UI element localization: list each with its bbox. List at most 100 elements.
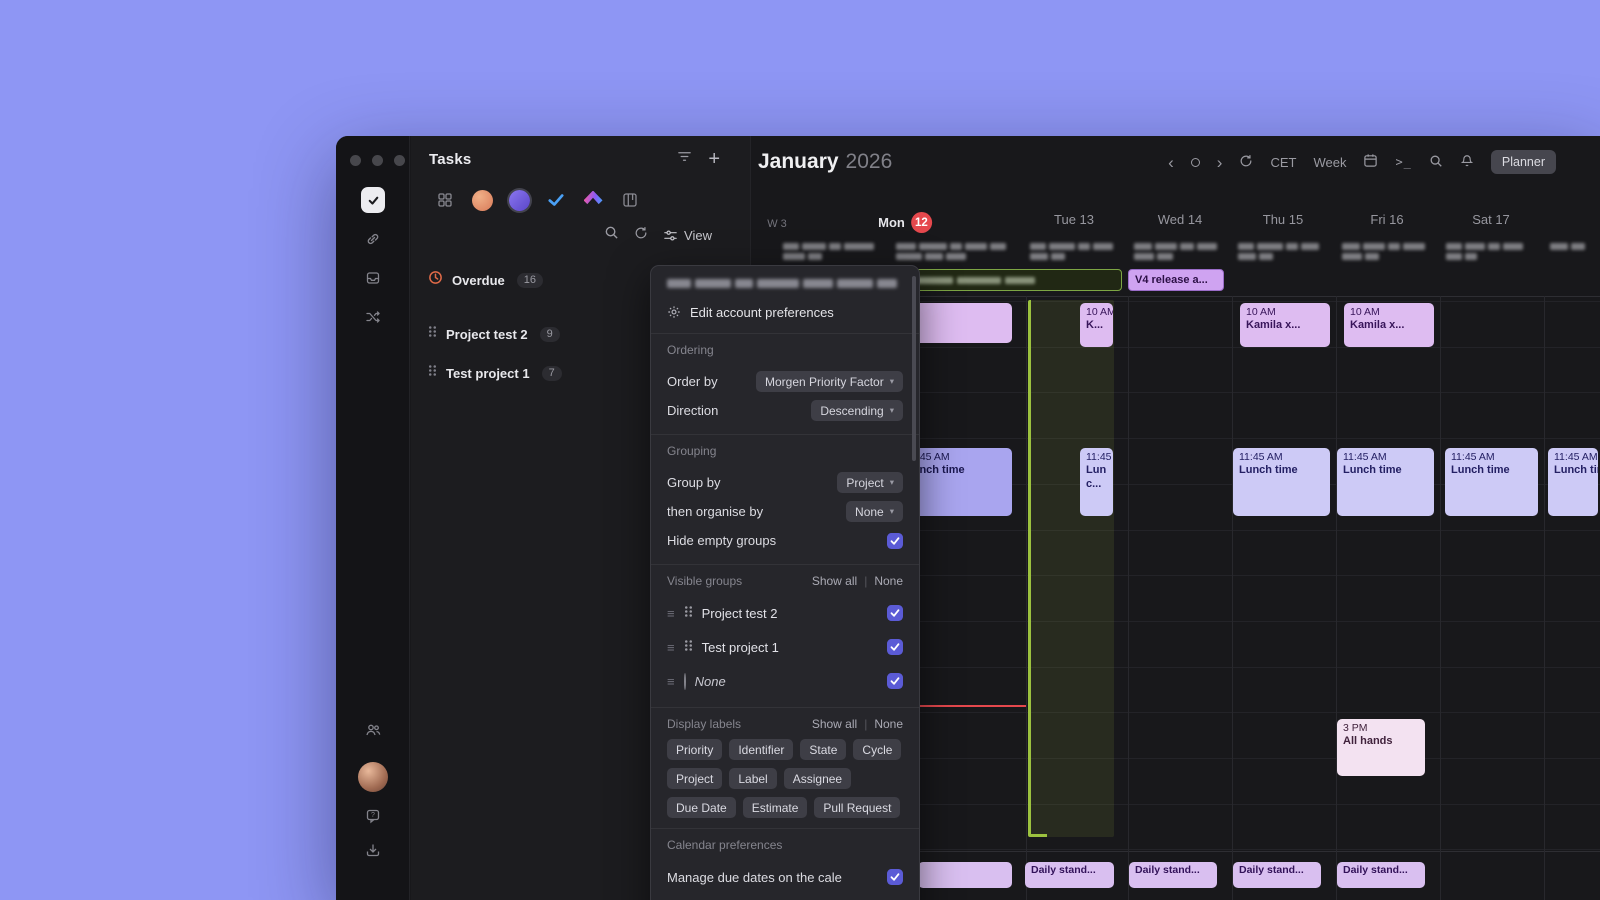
day-header-wed[interactable]: Wed 14 xyxy=(1158,212,1203,227)
direction-row: Direction Descending ▾ xyxy=(667,396,903,425)
display-label-chip[interactable]: Project xyxy=(667,768,723,789)
visible-group-label: Project test 2 xyxy=(701,605,778,621)
event-lunch-sun[interactable]: 11:45 AMLunch time xyxy=(1548,448,1598,516)
next-week-button[interactable]: › xyxy=(1217,154,1223,171)
redacted-text xyxy=(1446,243,1523,250)
event-standup-thu[interactable]: Daily stand... xyxy=(1233,862,1321,888)
order-by-select[interactable]: Morgen Priority Factor ▾ xyxy=(756,371,903,392)
event-title: Lunch time xyxy=(1451,464,1510,477)
show-all-link[interactable]: Show all xyxy=(812,574,857,588)
day-header-thu[interactable]: Thu 15 xyxy=(1263,212,1303,227)
view-mode-button[interactable]: Week xyxy=(1313,155,1346,170)
day-header-sat[interactable]: Sat 17 xyxy=(1472,212,1510,227)
divider xyxy=(651,333,919,334)
event-kamila-fri[interactable]: 10 AM Kamila x... xyxy=(1344,303,1434,347)
day-header-fri[interactable]: Fri 16 xyxy=(1370,212,1403,227)
order-by-label: Order by xyxy=(667,374,718,389)
event-kamila-tue[interactable]: 10 AM K... xyxy=(1080,303,1113,347)
order-by-row: Order by Morgen Priority Factor ▾ xyxy=(667,367,903,396)
event-standup-wed[interactable]: Daily stand... xyxy=(1129,862,1217,888)
event-title: Lunch time xyxy=(906,464,965,477)
event-standup-tue[interactable]: Daily stand... xyxy=(1025,862,1114,888)
event-standup-fri[interactable]: Daily stand... xyxy=(1337,862,1425,888)
grid-dots-icon xyxy=(684,605,693,621)
section-ordering: Ordering xyxy=(667,343,714,357)
event-lunch-thu[interactable]: 11:45 AM Lunch time xyxy=(1233,448,1330,516)
day-header-mon[interactable]: Mon 12 xyxy=(878,212,932,233)
visible-group-row[interactable]: ≡ Project test 2 xyxy=(667,596,903,630)
week-number-label: W 3 xyxy=(767,218,787,230)
redacted-text xyxy=(896,243,1006,250)
event-time: 11:45 xyxy=(1086,451,1112,463)
event-title: Daily stand... xyxy=(1135,864,1200,876)
prev-week-button[interactable]: ‹ xyxy=(1168,154,1174,171)
display-label-chip[interactable]: Label xyxy=(729,768,777,789)
section-grouping: Grouping xyxy=(667,444,717,458)
calendar-view-icon[interactable] xyxy=(1363,153,1378,171)
divider xyxy=(651,828,919,829)
event-kamila-thu[interactable]: 10 AM Kamila x... xyxy=(1240,303,1330,347)
release-event[interactable]: V4 release a... xyxy=(1128,269,1224,291)
timezone-button[interactable]: CET xyxy=(1270,155,1296,170)
refresh-icon[interactable] xyxy=(1239,154,1253,171)
event-title: Lun c... xyxy=(1086,464,1107,490)
display-label-chip[interactable]: Estimate xyxy=(742,797,808,818)
event-time: 11:45 AM xyxy=(1451,451,1495,463)
event-title: All hands xyxy=(1343,735,1393,748)
event-title: Daily stand... xyxy=(1239,864,1304,876)
redacted-text xyxy=(1238,243,1319,250)
organise-by-value: None xyxy=(855,504,884,519)
event-lunch-sat[interactable]: 11:45 AM Lunch time xyxy=(1445,448,1538,516)
display-label-chip[interactable]: Identifier xyxy=(729,739,794,760)
organise-by-select[interactable]: None ▾ xyxy=(846,501,903,522)
none-link[interactable]: None xyxy=(874,717,903,731)
redacted-text xyxy=(1446,253,1477,260)
grid-day-line xyxy=(1231,296,1233,900)
event-title: Kamila x... xyxy=(1246,319,1301,332)
drag-handle-icon[interactable]: ≡ xyxy=(667,674,675,689)
display-label-chip[interactable]: Pull Request xyxy=(814,797,901,818)
drag-handle-icon[interactable]: ≡ xyxy=(667,606,675,621)
event-lunch-tue[interactable]: 11:45 Lun c... xyxy=(1080,448,1113,516)
event-standup-mon[interactable] xyxy=(918,862,1012,888)
direction-value: Descending xyxy=(820,403,884,418)
redacted-text xyxy=(1030,243,1113,250)
display-label-chip[interactable]: State xyxy=(800,739,847,760)
day-header-tue[interactable]: Tue 13 xyxy=(1054,212,1094,227)
view-options-menu: Edit account preferences Ordering Order … xyxy=(650,265,920,900)
drag-handle-icon[interactable]: ≡ xyxy=(667,640,675,655)
event-time: 10 AM xyxy=(1086,306,1113,318)
search-icon[interactable] xyxy=(1429,154,1443,171)
display-label-chip[interactable]: Cycle xyxy=(853,739,902,760)
event-allhands-fri[interactable]: 3 PM All hands xyxy=(1337,719,1425,776)
display-label-chip[interactable]: Assignee xyxy=(783,768,852,789)
display-label-chip[interactable]: Due Date xyxy=(667,797,736,818)
event-title: K... xyxy=(1086,319,1104,332)
edit-account-preferences[interactable]: Edit account preferences xyxy=(667,300,903,324)
group-by-select[interactable]: Project ▾ xyxy=(837,472,903,493)
grid-dots-icon xyxy=(684,639,693,655)
hide-empty-groups-row: Hide empty groups xyxy=(667,526,903,555)
notifications-bell-icon[interactable] xyxy=(1460,154,1474,171)
visible-group-checkbox[interactable] xyxy=(887,639,903,655)
direction-select[interactable]: Descending ▾ xyxy=(811,400,903,421)
visible-group-checkbox[interactable] xyxy=(887,605,903,621)
circle-icon xyxy=(683,672,686,690)
event-lunch-fri[interactable]: 11:45 AM Lunch time xyxy=(1337,448,1434,516)
hide-empty-groups-checkbox[interactable] xyxy=(887,532,903,549)
command-bar-icon[interactable]: >_ xyxy=(1395,155,1411,169)
display-label-chip[interactable]: Priority xyxy=(667,739,723,760)
today-button[interactable] xyxy=(1190,157,1200,167)
visible-group-checkbox[interactable] xyxy=(887,673,903,689)
show-all-link[interactable]: Show all xyxy=(812,717,857,731)
focus-block-event[interactable] xyxy=(1028,300,1114,837)
hide-empty-groups-label: Hide empty groups xyxy=(667,533,777,548)
dropdown-scrollbar[interactable] xyxy=(912,276,916,461)
visible-group-row[interactable]: ≡ None xyxy=(667,664,903,698)
planner-button[interactable]: Planner xyxy=(1490,150,1556,174)
edit-account-label: Edit account preferences xyxy=(690,304,834,320)
manage-due-dates-checkbox[interactable] xyxy=(887,869,903,885)
event-title: Kamila x... xyxy=(1350,319,1405,332)
none-link[interactable]: None xyxy=(874,574,903,588)
visible-group-row[interactable]: ≡ Test project 1 xyxy=(667,630,903,664)
